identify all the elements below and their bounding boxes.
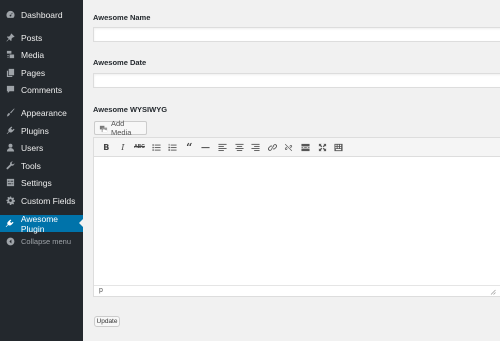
plugin-icon <box>5 219 15 229</box>
awesome-date-input[interactable] <box>93 73 500 88</box>
editor-path: p <box>99 287 103 294</box>
sidebar-item-dashboard[interactable]: Dashboard <box>0 6 83 23</box>
unlink-icon[interactable] <box>281 140 298 154</box>
collapse-icon <box>5 237 15 247</box>
settings-icon <box>5 178 15 188</box>
sidebar-item-appearance[interactable]: Appearance <box>0 104 83 121</box>
sidebar-item-plugins[interactable]: Plugins <box>0 122 83 139</box>
sidebar-item-pages[interactable]: Pages <box>0 64 83 81</box>
editor-toolbar: B I ABC “ <box>94 138 500 157</box>
sidebar-item-comments[interactable]: Comments <box>0 81 83 98</box>
add-media-label: Add Media <box>111 119 132 137</box>
blockquote-icon[interactable]: “ <box>181 140 198 154</box>
sidebar-item-label: Tools <box>21 160 41 171</box>
wysiwyg-editor: B I ABC “ p <box>93 137 500 297</box>
read-more-icon[interactable] <box>297 140 314 154</box>
align-left-icon[interactable] <box>214 140 231 154</box>
resize-handle-icon[interactable] <box>490 289 496 295</box>
bullet-list-icon[interactable] <box>148 140 165 154</box>
sidebar-item-awesome-plugin[interactable]: Awesome Plugin <box>0 213 83 234</box>
update-button[interactable]: Update <box>94 316 120 327</box>
italic-icon[interactable]: I <box>115 140 132 154</box>
sidebar-item-label: Appearance <box>21 107 67 118</box>
media-icon <box>5 50 15 60</box>
add-media-icon <box>99 124 108 133</box>
collapse-menu-label: Collapse menu <box>21 237 72 246</box>
add-media-button[interactable]: Add Media <box>94 119 147 137</box>
editor-statusbar: p <box>94 285 500 296</box>
bold-icon[interactable]: B <box>98 140 115 154</box>
dashboard-icon <box>5 10 15 20</box>
awesome-wysiwyg-label: Awesome WYSIWYG <box>93 105 168 114</box>
gear-icon <box>5 196 15 206</box>
sidebar-item-tools[interactable]: Tools <box>0 157 83 174</box>
sidebar-item-label: Plugins <box>21 125 49 136</box>
align-center-icon[interactable] <box>231 140 248 154</box>
plugin-icon <box>5 126 15 136</box>
sidebar-item-media[interactable]: Media <box>0 46 83 63</box>
link-icon[interactable] <box>264 140 281 154</box>
sidebar-item-settings[interactable]: Settings <box>0 174 83 191</box>
awesome-name-label: Awesome Name <box>93 13 151 22</box>
sidebar-item-label: Dashboard <box>21 9 63 20</box>
active-indicator-arrow <box>79 219 83 227</box>
sidebar-item-label: Pages <box>21 67 46 78</box>
awesome-name-input[interactable] <box>93 27 500 42</box>
sidebar-item-custom-fields[interactable]: Custom Fields <box>0 192 83 209</box>
admin-sidebar: Dashboard Posts Media Pages Comments App… <box>0 0 83 341</box>
sidebar-item-label: Settings <box>21 177 52 188</box>
editor-content-area[interactable] <box>94 157 500 287</box>
strikethrough-icon[interactable]: ABC <box>131 140 148 154</box>
sidebar-item-label: Custom Fields <box>21 195 76 206</box>
pages-icon <box>5 68 15 78</box>
brush-icon <box>5 108 15 118</box>
comment-icon <box>5 85 15 95</box>
numbered-list-icon[interactable] <box>164 140 181 154</box>
sidebar-item-label: Posts <box>21 32 43 43</box>
awesome-date-label: Awesome Date <box>93 58 147 67</box>
toolbar-toggle-icon[interactable] <box>330 140 347 154</box>
align-right-icon[interactable] <box>247 140 264 154</box>
sidebar-item-label: Awesome Plugin <box>20 213 59 234</box>
sidebar-item-label: Comments <box>21 84 63 95</box>
sidebar-item-label: Media <box>21 49 45 60</box>
sidebar-item-users[interactable]: Users <box>0 139 83 156</box>
sidebar-item-label: Users <box>21 142 44 153</box>
wrench-icon <box>5 161 15 171</box>
pushpin-icon <box>5 33 15 43</box>
sidebar-item-posts[interactable]: Posts <box>0 29 83 46</box>
collapse-menu-button[interactable]: Collapse menu <box>0 233 83 250</box>
horizontal-rule-icon[interactable] <box>198 140 215 154</box>
fullscreen-icon[interactable] <box>314 140 331 154</box>
user-icon <box>5 143 15 153</box>
